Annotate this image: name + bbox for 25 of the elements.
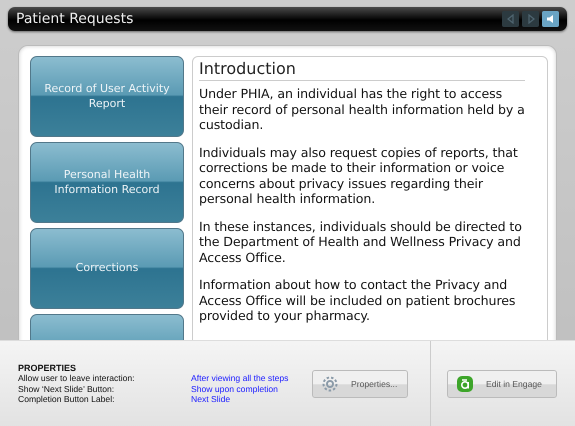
speaker-icon [546, 14, 556, 24]
property-value: After viewing all the steps [191, 373, 288, 384]
paragraph: Information about how to contact the Privacy and Access Office will be included on patient brochures provided to your pharmacy. [199, 277, 516, 324]
property-label: Show ‘Next Slide’ Button: [18, 384, 116, 394]
property-value: Show upon completion [191, 384, 278, 394]
properties-title: PROPERTIES [18, 362, 78, 373]
topic-button[interactable]: Corrections [30, 228, 184, 309]
sound-button[interactable] [542, 11, 559, 27]
properties-button[interactable]: Properties... [312, 370, 408, 398]
edit-in-engage-button[interactable]: Edit in Engage [447, 370, 557, 398]
topic-button[interactable] [30, 314, 184, 340]
section-heading: Introduction [199, 59, 525, 81]
property-label: Completion Button Label: [18, 394, 116, 404]
app-icon [456, 374, 474, 392]
paragraph: Individuals may also request copies of reports, that corrections be made to their information or voice concerns about privacy issues regarding their personal health information. [199, 144, 519, 206]
window-title: Patient Requests [16, 11, 134, 27]
topic-button[interactable]: Record of User Activity Report [30, 56, 184, 137]
paragraph: In these instances, individuals should be directed to the Department of Health and Wellness Privacy and Access Office. [199, 218, 523, 265]
forward-arrow-icon [526, 14, 536, 24]
property-label: Allow user to leave interaction: [18, 373, 136, 384]
back-arrow-icon [506, 14, 516, 24]
gear-icon [321, 374, 339, 392]
paragraph: Under PHIA, an individual has the right to access their record of personal health information held by a custodian. [199, 86, 525, 132]
property-value: Next Slide [191, 394, 230, 404]
topic-button[interactable]: Personal Health Information Record [30, 142, 184, 223]
